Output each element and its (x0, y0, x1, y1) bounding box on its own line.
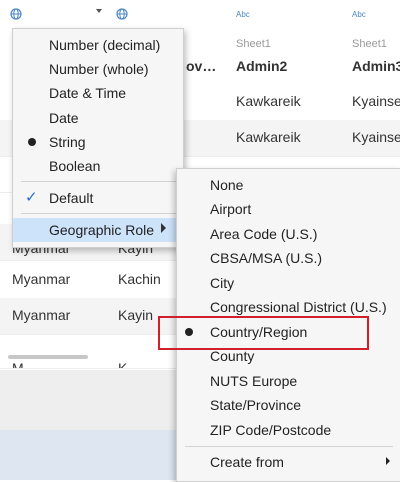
menu-item-city[interactable]: City (177, 271, 400, 295)
menu-separator (185, 446, 393, 447)
table-cell: Kawkareik (236, 93, 301, 109)
menu-item-label: ZIP Code/Postcode (210, 422, 332, 438)
menu-item-boolean[interactable]: Boolean (13, 154, 183, 178)
column-source: Sheet1 (352, 38, 387, 50)
table-cell: Kayin (118, 307, 154, 323)
string-type-icon[interactable]: Abc (236, 10, 250, 19)
menu-item-number-whole[interactable]: Number (whole) (13, 57, 183, 81)
selected-bullet-icon (28, 138, 36, 146)
menu-item-label: CBSA/MSA (U.S.) (210, 250, 323, 266)
dropdown-caret-icon[interactable] (96, 9, 102, 13)
column-header-admin2[interactable]: Abc Sheet1 Admin2 (230, 0, 347, 84)
menu-item-label: Default (49, 190, 94, 206)
menu-item-none[interactable]: None (177, 173, 400, 197)
menu-item-airport[interactable]: Airport (177, 197, 400, 221)
menu-item-label: None (210, 177, 244, 193)
globe-icon[interactable] (10, 8, 22, 20)
horizontal-scrollbar[interactable] (8, 355, 88, 359)
menu-item-label: State/Province (210, 397, 302, 413)
table-cell: Kyainse (352, 129, 400, 145)
table-cell: M (12, 360, 24, 369)
submenu-arrow-icon (161, 223, 166, 233)
menu-item-create-from[interactable]: Create from (177, 450, 400, 474)
table-cell: K (118, 360, 128, 369)
menu-item-label: Number (decimal) (49, 37, 161, 53)
menu-item-zip-code[interactable]: ZIP Code/Postcode (177, 418, 400, 442)
menu-item-label: String (49, 134, 86, 150)
menu-item-label: Area Code (U.S.) (210, 226, 318, 242)
menu-item-label: Number (whole) (49, 61, 149, 77)
menu-item-label: County (210, 348, 255, 364)
annotation-highlight-box (158, 316, 369, 350)
menu-item-date[interactable]: Date (13, 106, 183, 130)
menu-item-label: Date & Time (49, 85, 127, 101)
table-cell: Kyainse (352, 93, 400, 109)
menu-item-label: Airport (210, 201, 252, 217)
menu-separator (21, 213, 177, 214)
column-name: Admin2 (236, 58, 288, 74)
table-cell: Myanmar (12, 271, 71, 287)
menu-item-label: Geographic Role (49, 222, 155, 238)
column-name: Admin3 (352, 58, 400, 74)
globe-icon (116, 8, 128, 20)
table-cell: Kawkareik (236, 129, 301, 145)
menu-item-label: NUTS Europe (210, 373, 298, 389)
menu-item-cbsa-msa[interactable]: CBSA/MSA (U.S.) (177, 246, 400, 270)
submenu-arrow-icon (386, 457, 390, 465)
string-type-icon[interactable]: Abc (352, 10, 366, 19)
column-header-admin3[interactable]: Abc Sheet1 Admin3 (346, 0, 400, 84)
menu-item-state-province[interactable]: State/Province (177, 393, 400, 417)
column-source: Sheet1 (236, 38, 271, 50)
menu-item-area-code[interactable]: Area Code (U.S.) (177, 222, 400, 246)
menu-item-label: Boolean (49, 158, 101, 174)
column-name: ov… (186, 58, 217, 74)
table-cell: Kachin (118, 271, 161, 287)
menu-item-label: Congressional District (U.S.) (210, 299, 387, 315)
checkmark-icon: ✓ (25, 189, 38, 206)
menu-item-label: Create from (210, 454, 284, 470)
menu-separator (21, 181, 177, 182)
menu-item-string[interactable]: String (13, 130, 183, 154)
menu-item-number-decimal[interactable]: Number (decimal) (13, 33, 183, 57)
menu-item-label: Date (49, 110, 79, 126)
menu-item-nuts-europe[interactable]: NUTS Europe (177, 369, 400, 393)
menu-item-default[interactable]: ✓ Default (13, 186, 183, 210)
menu-item-label: City (210, 275, 235, 291)
data-type-menu: Number (decimal) Number (whole) Date & T… (12, 28, 184, 248)
menu-item-date-time[interactable]: Date & Time (13, 81, 183, 105)
menu-item-geographic-role[interactable]: Geographic Role (13, 218, 183, 242)
table-cell: Myanmar (12, 307, 71, 323)
